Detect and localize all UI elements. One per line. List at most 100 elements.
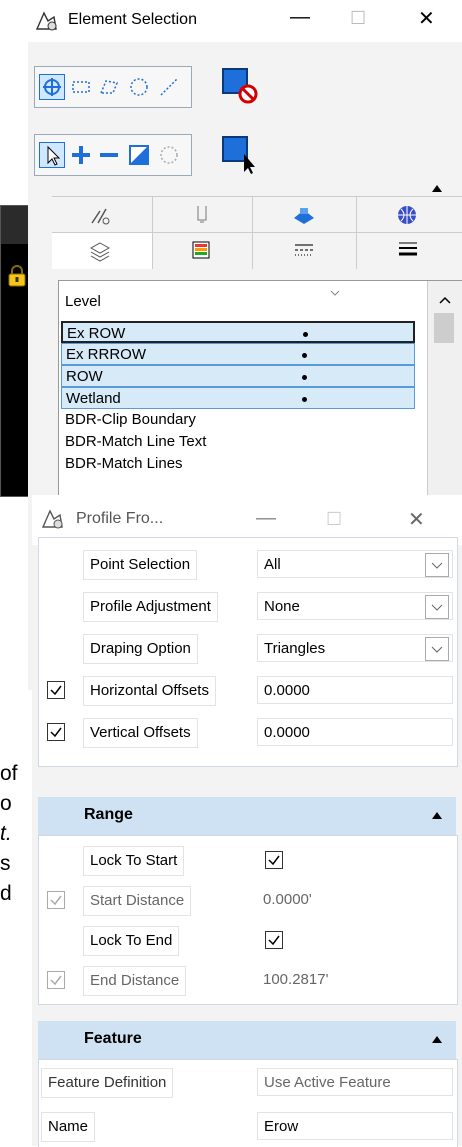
filter-tabs-row-2	[52, 232, 462, 269]
select-all-icon[interactable]	[157, 143, 181, 167]
collapse-caret-icon[interactable]	[430, 182, 444, 194]
start-distance-label: Start Distance	[83, 886, 192, 916]
line-weight-icon	[399, 242, 417, 256]
tab-line-styles[interactable]	[252, 233, 357, 269]
level-name: ROW	[66, 368, 103, 385]
list-item[interactable]: Wetland	[61, 387, 415, 409]
dropdown-value: Use Active Feature	[264, 1074, 391, 1091]
add-selection-icon[interactable]	[69, 143, 93, 167]
filter-tabs-row-1	[52, 196, 462, 233]
scroll-up-icon[interactable]	[438, 295, 452, 305]
block-select-icon[interactable]	[69, 75, 93, 99]
types-icon	[197, 206, 207, 223]
minimize-button[interactable]: —	[256, 507, 276, 530]
invert-selection-icon[interactable]	[127, 143, 151, 167]
close-button[interactable]: ✕	[408, 507, 425, 532]
select-element-icon[interactable]	[220, 134, 260, 174]
tab-levels[interactable]	[52, 233, 153, 269]
window-title: Element Selection	[68, 11, 197, 28]
on-indicator	[303, 332, 308, 337]
subtract-selection-icon[interactable]	[97, 143, 121, 167]
line-style-icon	[295, 244, 313, 256]
app-icon	[35, 11, 57, 31]
list-item[interactable]: Ex RRROW	[61, 343, 415, 365]
tab-views[interactable]	[252, 197, 357, 233]
chevron-down-icon[interactable]	[425, 637, 449, 661]
maximize-button[interactable]: ☐	[326, 509, 342, 530]
circle-select-icon[interactable]	[127, 75, 151, 99]
profile-window: Profile Fro... — ☐ ✕ Point Selection All…	[32, 495, 462, 1147]
doc-text-line: s	[0, 852, 11, 875]
feature-section-header[interactable]: Feature	[38, 1021, 456, 1059]
tab-global[interactable]	[356, 197, 462, 233]
input-value: 0.0000	[264, 682, 310, 699]
end-distance-value: 100.2817'	[257, 966, 453, 994]
tab-colors[interactable]	[152, 233, 253, 269]
minimize-button[interactable]: —	[290, 6, 310, 29]
profile-adjustment-dropdown[interactable]: None	[257, 592, 453, 620]
feature-section: Feature Definition Use Active Feature Na…	[38, 1059, 458, 1147]
column-header-level[interactable]: Level	[65, 293, 101, 310]
collapse-caret-icon[interactable]	[430, 809, 444, 821]
draping-option-dropdown[interactable]: Triangles	[257, 634, 453, 662]
start-distance-checkbox[interactable]	[47, 891, 65, 909]
tab-types[interactable]	[152, 197, 253, 233]
level-name: BDR-Match Line Text	[65, 433, 207, 450]
level-name: Ex RRROW	[66, 346, 146, 363]
sort-chevron-icon[interactable]	[329, 289, 341, 297]
input-value: 0.0000	[264, 724, 310, 741]
maximize-button[interactable]: ☐	[350, 8, 366, 29]
list-item[interactable]: BDR-Match Line Text	[61, 431, 415, 453]
scroll-thumb[interactable]	[434, 313, 454, 343]
globe-icon	[398, 206, 416, 224]
range-section-header[interactable]: Range	[38, 797, 456, 835]
range-section: Lock To Start Start Distance 0.0000' Loc…	[38, 835, 458, 1005]
color-icon	[192, 241, 210, 259]
vertical-offsets-checkbox[interactable]	[47, 723, 65, 741]
vertical-offsets-label: Vertical Offsets	[83, 718, 198, 748]
horizontal-offsets-label: Horizontal Offsets	[83, 676, 216, 706]
on-indicator	[302, 397, 307, 402]
lock-to-start-checkbox[interactable]	[265, 851, 283, 869]
list-item[interactable]: BDR-Clip Boundary	[61, 409, 415, 431]
doc-text-line: d	[0, 882, 12, 905]
list-item[interactable]: ROW	[61, 365, 415, 387]
tab-line-weights[interactable]	[356, 233, 462, 269]
chevron-down-icon[interactable]	[425, 553, 449, 577]
chevron-down-icon[interactable]	[425, 595, 449, 619]
range-section-title: Range	[84, 806, 133, 823]
vertical-offsets-input[interactable]: 0.0000	[257, 718, 453, 746]
list-item[interactable]: Ex ROW	[61, 321, 415, 343]
list-item[interactable]: BDR-Match Lines	[61, 453, 415, 475]
level-name: BDR-Match Lines	[65, 455, 183, 472]
collapse-caret-icon[interactable]	[430, 1033, 444, 1045]
on-indicator	[302, 375, 307, 380]
level-name: BDR-Clip Boundary	[65, 411, 196, 428]
lock-to-end-checkbox[interactable]	[265, 931, 283, 949]
point-selection-dropdown[interactable]: All	[257, 550, 453, 578]
tab-properties[interactable]	[52, 197, 153, 233]
clear-selection-icon[interactable]	[220, 66, 260, 106]
selection-mode-toolbar	[34, 134, 192, 176]
lock-icon[interactable]	[5, 264, 29, 288]
level-name: Ex ROW	[67, 325, 126, 342]
point-select-icon[interactable]	[39, 74, 65, 100]
end-distance-checkbox[interactable]	[47, 971, 65, 989]
name-input[interactable]: Erow	[257, 1112, 453, 1140]
feature-definition-dropdown[interactable]: Use Active Feature	[257, 1068, 453, 1096]
horizontal-offsets-input[interactable]: 0.0000	[257, 676, 453, 704]
shape-select-icon[interactable]	[97, 75, 121, 99]
line-select-icon[interactable]	[157, 75, 181, 99]
level-name: Wetland	[66, 390, 121, 407]
draping-option-label: Draping Option	[83, 634, 198, 664]
close-button[interactable]: ✕	[418, 6, 435, 31]
app-icon	[41, 509, 63, 529]
end-distance-label: End Distance	[83, 966, 187, 996]
window-title: Profile Fro...	[76, 510, 164, 527]
horizontal-offsets-checkbox[interactable]	[47, 681, 65, 699]
lock-to-end-label: Lock To End	[83, 926, 180, 956]
input-value: Erow	[264, 1118, 299, 1135]
doc-text-line: o	[0, 792, 12, 815]
new-selection-icon[interactable]	[39, 142, 65, 168]
lock-to-start-label: Lock To Start	[83, 846, 185, 876]
